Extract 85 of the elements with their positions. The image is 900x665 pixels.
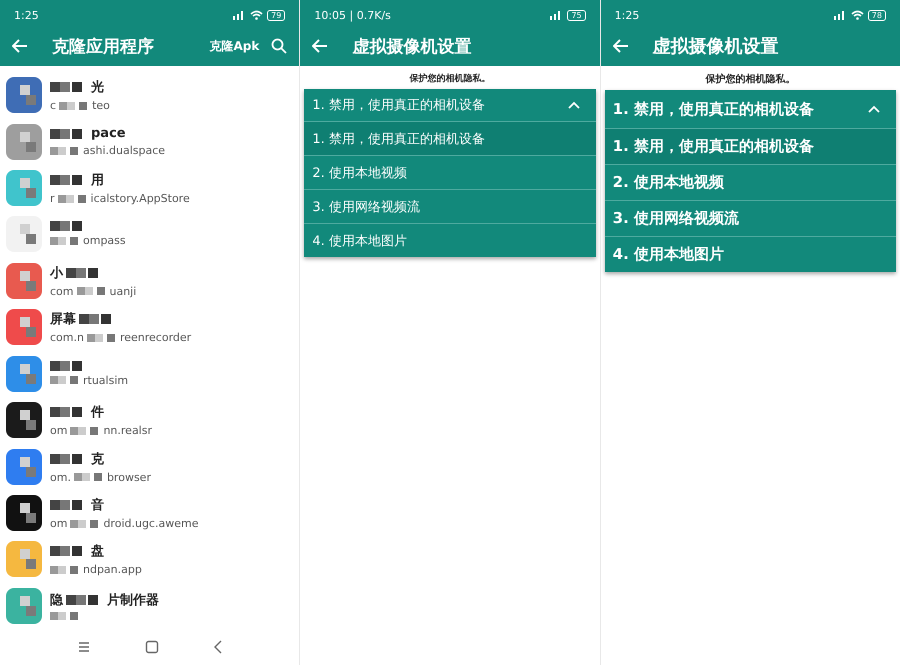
package-name: nn.realsr [103, 424, 152, 438]
package-name: r [50, 192, 55, 206]
app-list-item[interactable]: ompass [0, 211, 300, 258]
battery-level: 75 [567, 10, 586, 20]
app-name: 音 [91, 496, 104, 514]
package-name: browser [106, 470, 151, 484]
mosaic-drawing [50, 236, 80, 245]
app-list-item[interactable]: 小 com uanji [0, 258, 300, 304]
app-list-item[interactable]: 克 om. browser [0, 443, 300, 490]
status-time: 10:05 | 0.7K/s [314, 8, 391, 22]
battery-level: 79 [267, 10, 286, 20]
dropdown-value: 1. 禁用，使用真正的相机设备 [312, 97, 485, 114]
back-arrow-icon[interactable] [612, 39, 629, 53]
package-name: icalstory.AppStore [90, 192, 190, 206]
dropdown-option[interactable]: 3. 使用网络视频流 [604, 200, 896, 236]
camera-mode-dropdown[interactable]: 1. 禁用，使用真正的相机设备 [304, 89, 596, 121]
dropdown-option[interactable]: 4. 使用本地图片 [604, 236, 896, 272]
app-name: 屏幕 [50, 311, 76, 328]
mosaic-drawing [50, 376, 80, 384]
menu-icon[interactable] [76, 641, 91, 653]
package-name: ompass [83, 234, 126, 248]
package-name: ndpan.app [83, 563, 142, 576]
mosaic-drawing [50, 146, 80, 155]
app-name: 光 [91, 79, 104, 96]
subtitle-text: 保护您的相机隐私。 [704, 72, 796, 87]
app-list-item[interactable]: 用 r icalstory.AppStore [0, 164, 300, 212]
app-list-item[interactable]: 音 om droid.ugc.aweme [0, 490, 300, 536]
app-name: 件 [91, 404, 104, 422]
battery-level: 78 [868, 10, 886, 20]
app-name: 小 [50, 264, 63, 282]
mosaic-drawing [58, 194, 88, 203]
app-list-item[interactable]: 盘 ndpan.app [0, 536, 300, 583]
screen-title: 虚拟摄像机设置 [352, 36, 472, 58]
dropdown-value: 1. 禁用，使用真正的相机设备 [612, 100, 814, 118]
mosaic-drawing [50, 612, 80, 620]
package-name: com.n [50, 331, 84, 344]
package-name: droid.ugc.aweme [103, 517, 198, 530]
app-list-item[interactable]: rtualsim [0, 350, 300, 397]
dropdown-option[interactable]: 4. 使用本地图片 [304, 223, 596, 257]
app-name: 用 [91, 172, 104, 190]
subtitle-text: 保护您的相机隐私。 [408, 72, 492, 86]
app-list-item[interactable]: pace ashi.dualspace [0, 118, 300, 165]
back-icon[interactable] [212, 640, 223, 654]
app-name: 片制作器 [107, 592, 159, 610]
mosaic-drawing [86, 334, 117, 342]
app-list-item[interactable]: 光 c teo [0, 72, 300, 118]
package-name: rtualsim [83, 374, 128, 387]
mosaic-drawing [50, 566, 80, 574]
package-name: om [50, 424, 68, 438]
dropdown-option[interactable]: 1. 禁用，使用真正的相机设备 [604, 128, 896, 164]
app-name: 克 [91, 450, 104, 468]
mosaic-drawing [76, 287, 106, 296]
app-name: 隐 [50, 592, 63, 610]
mosaic-drawing [70, 520, 100, 528]
app-list-item[interactable]: 隐 片制作器 [0, 582, 300, 629]
screen-title: 虚拟摄像机设置 [652, 35, 779, 58]
dropdown-option[interactable]: 2. 使用本地视频 [304, 155, 596, 189]
package-name: om. [50, 470, 71, 484]
dropdown-option[interactable]: 1. 禁用，使用真正的相机设备 [304, 121, 596, 155]
app-list-item[interactable]: 件 om nn.realsr [0, 396, 300, 444]
status-time: 1:25 [14, 8, 39, 22]
screen-title: 克隆应用程序 [52, 36, 154, 58]
camera-mode-dropdown[interactable]: 1. 禁用，使用真正的相机设备 [604, 90, 896, 128]
dropdown-option[interactable]: 3. 使用网络视频流 [304, 189, 596, 223]
app-list-item[interactable]: 屏幕 com.n reenrecorder [0, 304, 300, 351]
package-name: teo [92, 99, 110, 112]
back-arrow-icon[interactable] [312, 39, 328, 53]
back-arrow-icon[interactable] [12, 39, 28, 53]
signal-icon [832, 10, 847, 20]
mosaic-drawing [59, 102, 90, 110]
package-name: uanji [110, 284, 136, 298]
package-name: reenrecorder [120, 331, 192, 344]
package-name: om [50, 517, 68, 530]
status-time: 1:25 [614, 8, 640, 22]
dropdown-option[interactable]: 2. 使用本地视频 [604, 164, 896, 200]
search-icon[interactable] [271, 38, 288, 54]
mosaic-drawing [74, 473, 104, 482]
package-name: ashi.dualspace [83, 144, 166, 158]
package-name: com [50, 284, 74, 298]
app-name: pace [91, 126, 126, 142]
package-name: c [50, 99, 56, 112]
clone-apk-button[interactable]: 克隆Apk [209, 38, 260, 54]
home-icon[interactable] [144, 640, 159, 654]
app-name: 盘 [91, 543, 104, 560]
mosaic-drawing [70, 426, 100, 435]
